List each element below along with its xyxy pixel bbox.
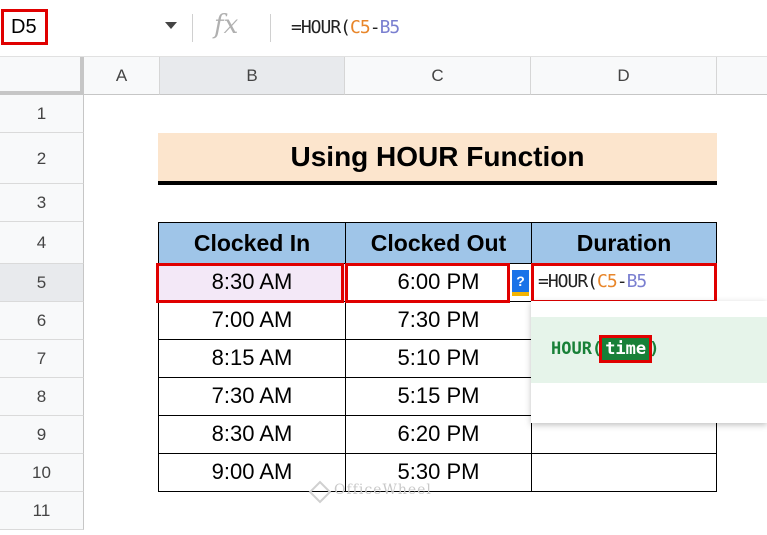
cell-c6[interactable]: 7:30 PM xyxy=(345,302,532,340)
fx-icon: fx xyxy=(214,10,239,40)
formula-operator: - xyxy=(369,17,381,38)
name-box[interactable]: D5 xyxy=(1,9,48,45)
edit-ref-c5: C5 xyxy=(597,271,618,292)
cell-b6[interactable]: 7:00 AM xyxy=(158,302,346,340)
fill-handle[interactable] xyxy=(512,292,529,296)
header-clocked-out[interactable]: Clocked Out xyxy=(345,222,532,264)
row-header-6[interactable]: 6 xyxy=(0,302,84,340)
cell-c8[interactable]: 5:15 PM xyxy=(345,378,532,416)
divider xyxy=(270,14,271,42)
cell-b8[interactable]: 7:30 AM xyxy=(158,378,346,416)
chevron-down-icon[interactable] xyxy=(165,22,177,29)
row-header-3[interactable]: 3 xyxy=(0,184,84,222)
header-clocked-in[interactable]: Clocked In xyxy=(158,222,346,264)
formula-ref-c5: C5 xyxy=(350,17,371,38)
highlight-box-c5 xyxy=(345,263,510,303)
function-signature: HOUR(time) xyxy=(551,335,660,363)
divider xyxy=(192,14,193,42)
cell-d5-formula[interactable]: =HOUR(C5-B5 xyxy=(538,271,648,292)
highlight-box-b5 xyxy=(156,263,344,303)
row-header-10[interactable]: 10 xyxy=(0,454,84,492)
edit-ref-b5: B5 xyxy=(626,271,648,292)
formula-help-button[interactable]: ? xyxy=(512,270,529,292)
column-header-d[interactable]: D xyxy=(531,57,717,95)
formula-input[interactable]: =HOUR(C5-B5 xyxy=(291,17,401,38)
row-header-8[interactable]: 8 xyxy=(0,378,84,416)
tooltip-signature-area: HOUR(time) xyxy=(531,317,767,383)
formula-ref-b5: B5 xyxy=(379,17,401,38)
column-header-b[interactable]: B xyxy=(160,57,345,95)
cell-b7[interactable]: 8:15 AM xyxy=(158,340,346,378)
row-header-2[interactable]: 2 xyxy=(0,133,84,184)
edit-prefix: =HOUR( xyxy=(538,271,598,292)
sheet-title: Using HOUR Function xyxy=(158,133,717,185)
cell-c9[interactable]: 6:20 PM xyxy=(345,416,532,454)
row-header-7[interactable]: 7 xyxy=(0,340,84,378)
function-name: HOUR( xyxy=(551,339,603,359)
column-header-a[interactable]: A xyxy=(84,57,160,95)
cell-c7[interactable]: 5:10 PM xyxy=(345,340,532,378)
cell-d10[interactable] xyxy=(531,454,717,492)
cell-b9[interactable]: 8:30 AM xyxy=(158,416,346,454)
column-header-e[interactable] xyxy=(717,57,767,95)
column-header-c[interactable]: C xyxy=(345,57,531,95)
formula-prefix: =HOUR( xyxy=(291,17,351,38)
row-header-1[interactable]: 1 xyxy=(0,95,84,133)
row-header-5[interactable]: 5 xyxy=(0,264,84,302)
row-header-11[interactable]: 11 xyxy=(0,492,84,530)
watermark-text: OfficeWheel xyxy=(334,482,432,498)
header-duration[interactable]: Duration xyxy=(531,222,717,264)
select-all-corner[interactable] xyxy=(0,57,84,95)
row-header-9[interactable]: 9 xyxy=(0,416,84,454)
row-header-4[interactable]: 4 xyxy=(0,222,84,264)
function-close: ) xyxy=(649,339,660,359)
edit-operator: - xyxy=(616,271,628,292)
function-argument: time xyxy=(599,335,653,363)
function-tooltip[interactable]: HOUR(time) xyxy=(531,301,767,423)
